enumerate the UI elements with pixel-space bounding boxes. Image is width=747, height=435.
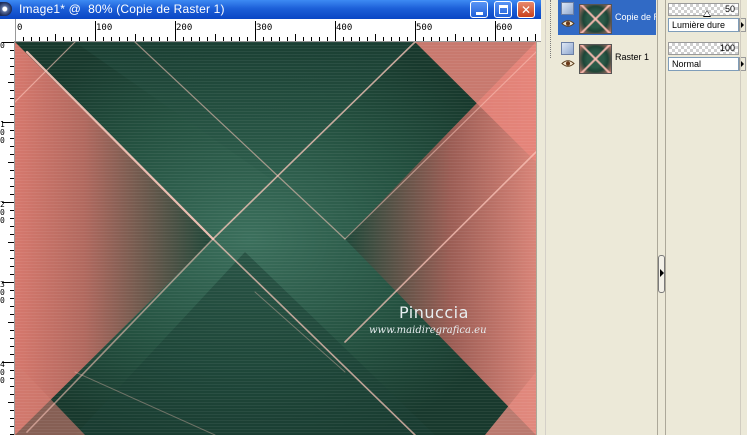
app-icon bbox=[0, 2, 12, 16]
image-window: Image1* @ 80% (Copie de Raster 1) ✕ 0 10… bbox=[0, 0, 542, 435]
close-icon: ✕ bbox=[520, 3, 532, 17]
ruler-vlabel-300: 3 0 0 bbox=[0, 280, 5, 305]
image-canvas[interactable]: Pinuccia www.maidiregrafica.eu bbox=[15, 42, 536, 435]
window-right-edge bbox=[536, 42, 542, 435]
layer-properties: 50 Lumière dure 100 Normal bbox=[666, 0, 747, 435]
palette-splitter[interactable] bbox=[657, 0, 666, 435]
minimize-button[interactable] bbox=[470, 1, 488, 18]
ruler-vlabel-0: 0 bbox=[0, 41, 5, 50]
opacity-value: 100 bbox=[719, 43, 735, 53]
window-title: Image1* @ 80% (Copie de Raster 1) bbox=[19, 2, 225, 16]
ruler-corner bbox=[0, 19, 16, 43]
expand-arrow-icon bbox=[660, 269, 664, 277]
artwork bbox=[15, 42, 536, 435]
blend-mode-dropdown-copie-de-raster-1[interactable]: Lumière dure bbox=[668, 18, 739, 32]
layers-palette: Copie de Raster 1 Raster 1 bbox=[545, 0, 658, 435]
properties-column-divider bbox=[740, 0, 747, 435]
ruler-label-400: 400 bbox=[336, 23, 353, 33]
ruler-vlabel-200: 2 0 0 bbox=[0, 200, 5, 225]
vertical-ruler: 0 1 0 0 2 0 0 3 0 0 4 0 0 bbox=[0, 41, 15, 435]
ruler-label-200: 200 bbox=[176, 23, 193, 33]
eye-icon[interactable] bbox=[561, 59, 575, 68]
close-button[interactable]: ✕ bbox=[517, 1, 535, 18]
layer-name: Copie de Raster 1 bbox=[615, 12, 656, 22]
horizontal-ruler: 0 100 200 300 400 500 600 bbox=[0, 19, 541, 42]
splitter-grip[interactable] bbox=[658, 255, 665, 293]
window-titlebar[interactable]: Image1* @ 80% (Copie de Raster 1) ✕ bbox=[0, 0, 541, 19]
ruler-label-600: 600 bbox=[496, 23, 513, 33]
opacity-value: 50 bbox=[724, 4, 735, 14]
ruler-label-100: 100 bbox=[96, 23, 113, 33]
minimize-icon bbox=[476, 12, 483, 15]
raster-layer-icon bbox=[561, 42, 574, 55]
ruler-vlabel-100: 1 0 0 bbox=[0, 120, 5, 145]
layer-thumbnail bbox=[579, 4, 612, 34]
eye-icon[interactable] bbox=[561, 19, 575, 28]
layer-row-raster-1[interactable]: Raster 1 bbox=[558, 40, 656, 75]
ruler-vlabel-400: 4 0 0 bbox=[0, 360, 5, 385]
opacity-slider-raster-1[interactable]: 100 bbox=[668, 42, 739, 55]
blend-mode-dropdown-raster-1[interactable]: Normal bbox=[668, 57, 739, 71]
layer-thumbnail bbox=[579, 44, 612, 74]
layer-tree-connector bbox=[550, 0, 554, 58]
slider-thumb-icon[interactable] bbox=[703, 10, 711, 17]
ruler-label-0: 0 bbox=[17, 23, 23, 33]
opacity-slider-copie-de-raster-1[interactable]: 50 bbox=[668, 3, 739, 17]
layer-row-copie-de-raster-1[interactable]: Copie de Raster 1 bbox=[558, 0, 656, 35]
ruler-label-500: 500 bbox=[416, 23, 433, 33]
signature-name: Pinuccia bbox=[399, 303, 469, 322]
raster-layer-icon bbox=[561, 2, 574, 15]
maximize-button[interactable] bbox=[494, 1, 512, 18]
ruler-label-300: 300 bbox=[256, 23, 273, 33]
signature-url: www.maidiregrafica.eu bbox=[369, 325, 487, 336]
maximize-icon bbox=[499, 5, 508, 14]
layer-name: Raster 1 bbox=[615, 52, 650, 62]
